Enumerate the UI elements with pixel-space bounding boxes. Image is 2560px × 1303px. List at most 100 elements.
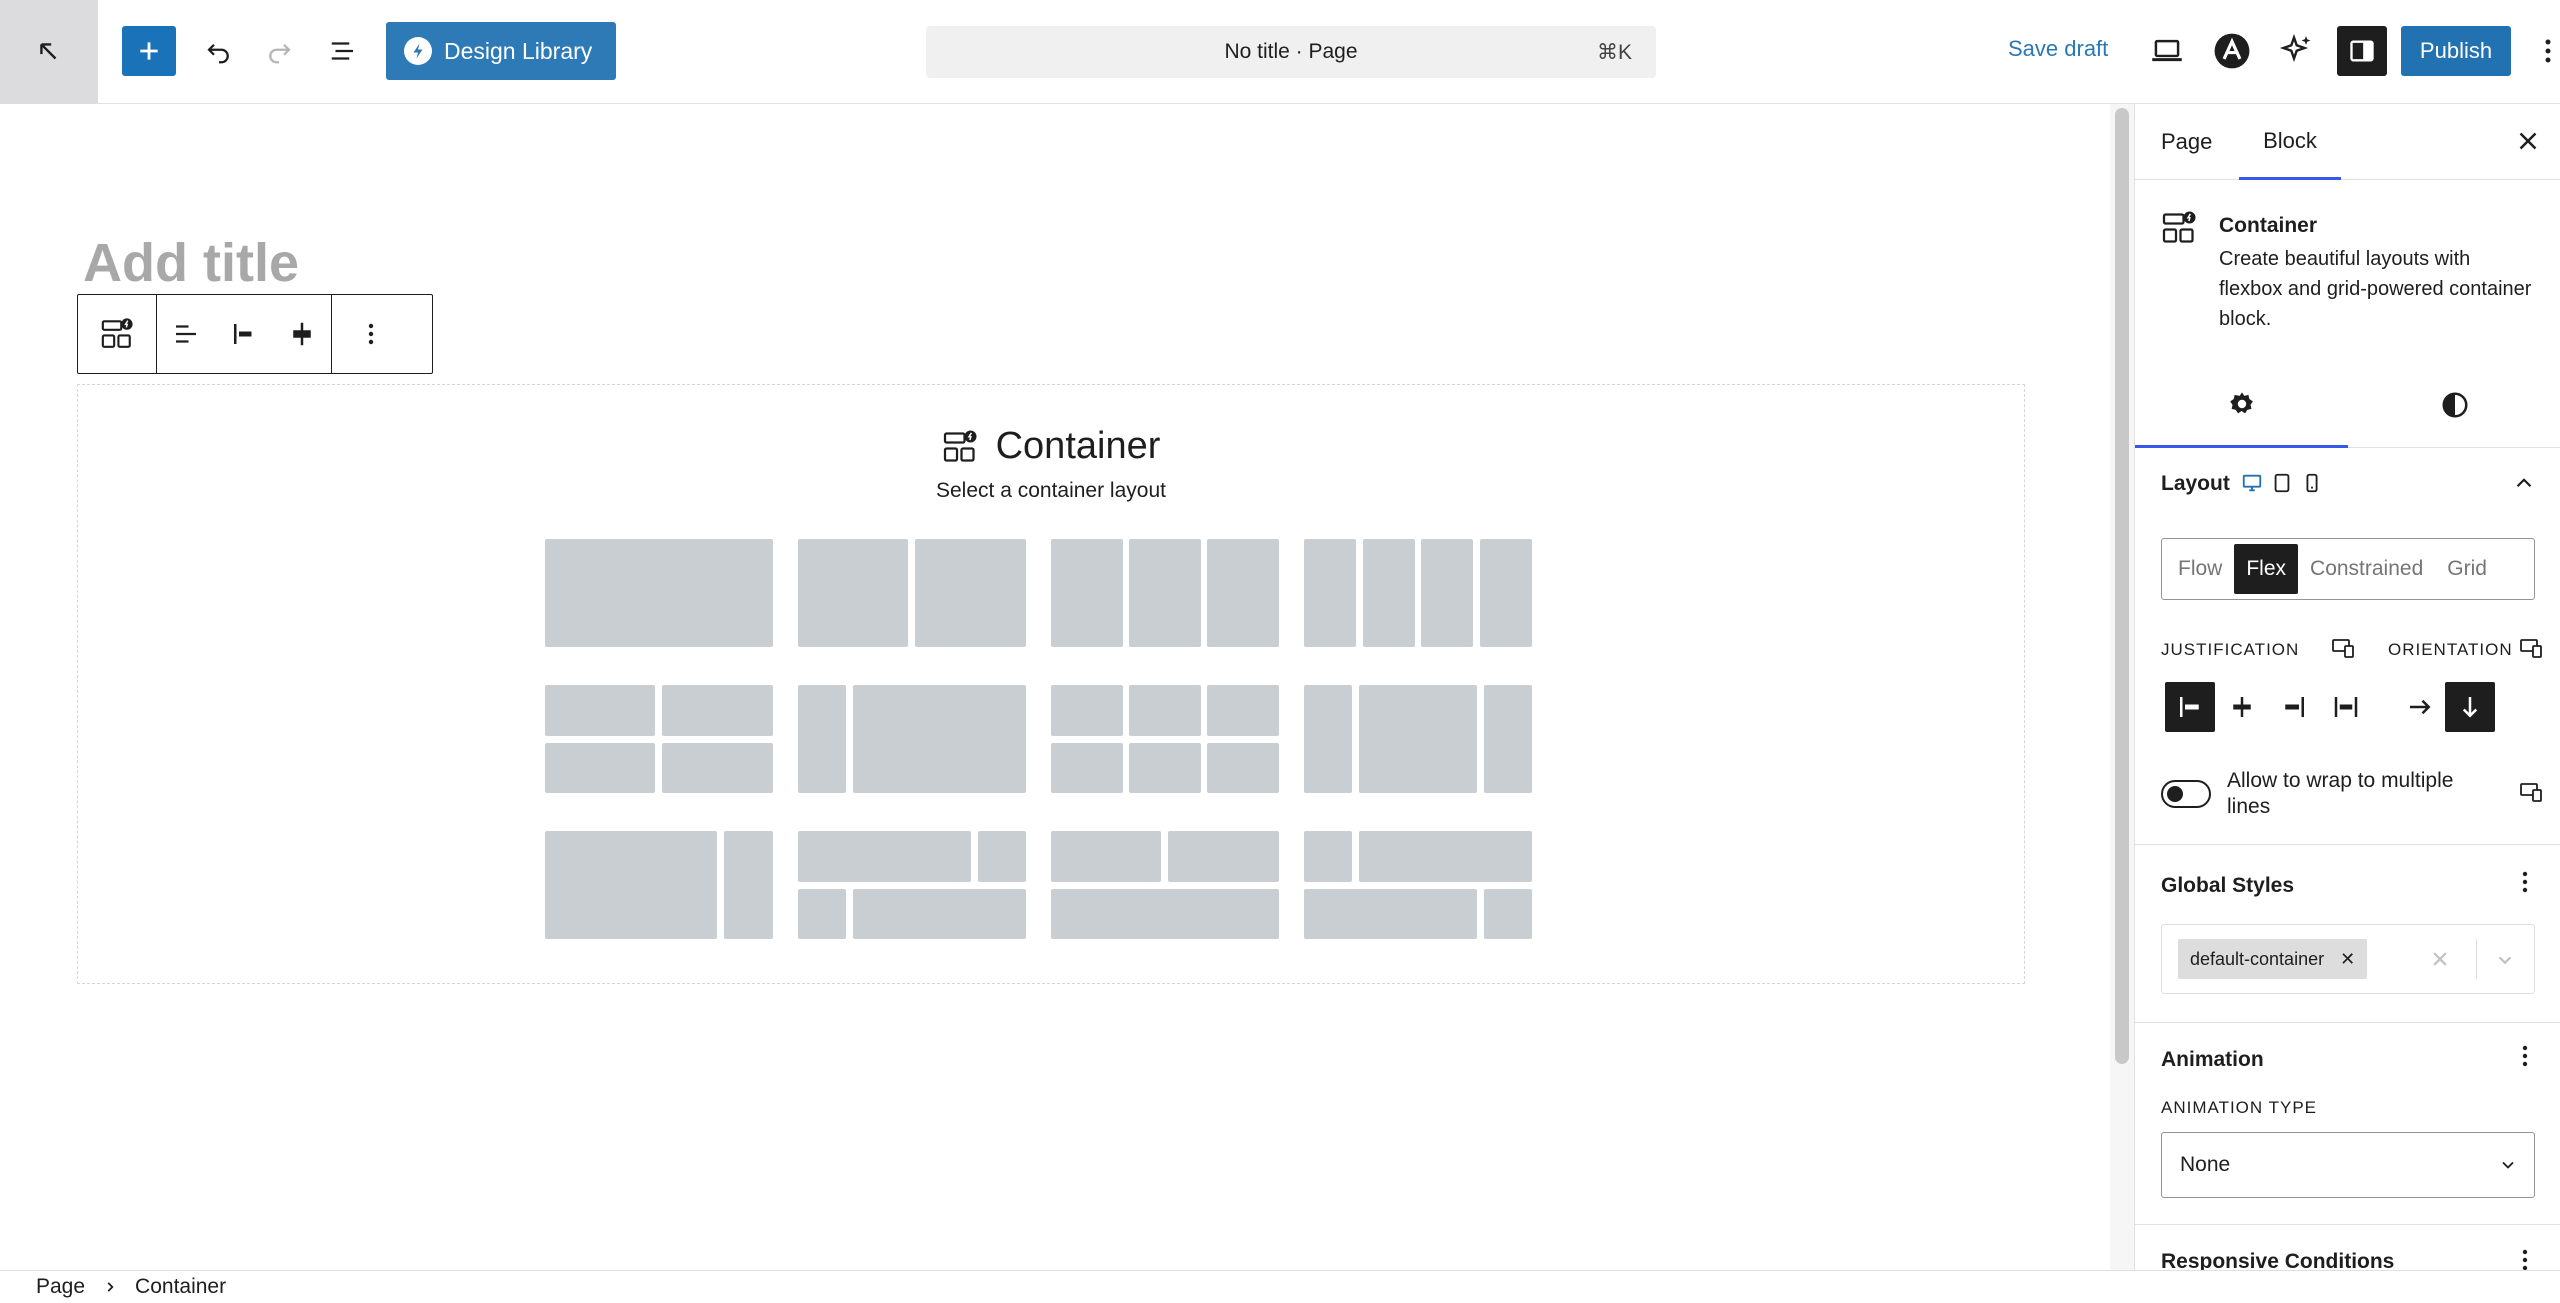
orientation-horizontal-button[interactable] (2395, 682, 2445, 732)
post-title-input[interactable]: Add title (83, 232, 299, 294)
shortcut-hint: ⌘K (1596, 40, 1632, 64)
container-block-icon (101, 318, 133, 348)
responsive-device-icon[interactable] (2519, 780, 2543, 804)
tab-block[interactable]: Block (2239, 104, 2341, 180)
arrow-up-left-icon (40, 43, 57, 60)
layout-option[interactable] (1051, 539, 1279, 647)
save-draft-button[interactable]: Save draft (2008, 36, 2108, 62)
collapse-panel-button[interactable] (2511, 470, 2537, 496)
layout-option[interactable] (545, 685, 773, 793)
justify-space-between-button[interactable] (2321, 682, 2371, 732)
justify-left-button[interactable] (215, 295, 273, 373)
justify-left-icon (234, 324, 252, 344)
undo-button[interactable] (194, 26, 244, 76)
layout-grid-option[interactable]: Grid (2435, 544, 2499, 594)
chevron-right-icon (107, 1282, 114, 1292)
close-sidebar-button[interactable] (2513, 126, 2543, 156)
justify-right-icon (2285, 697, 2304, 717)
global-style-selector[interactable]: default-container ✕ (2161, 924, 2535, 994)
layout-panel-title[interactable]: Layout (2161, 472, 2230, 496)
block-options-button[interactable] (332, 295, 410, 373)
layout-option[interactable] (798, 831, 1026, 939)
justify-right-button[interactable] (2269, 682, 2319, 732)
desktop-icon[interactable] (2241, 472, 2263, 494)
list-view-icon (331, 42, 353, 60)
wrap-toggle[interactable] (2161, 780, 2211, 808)
settings-sidebar: Page Block Container Create beautiful la… (2134, 104, 2560, 1270)
astra-logo-icon (2214, 33, 2250, 69)
style-token-label: default-container (2190, 948, 2325, 969)
layout-option[interactable] (798, 539, 1026, 647)
global-styles-title[interactable]: Global Styles (2161, 874, 2294, 898)
layout-constrained-option[interactable]: Constrained (2298, 544, 2435, 594)
animation-type-select[interactable]: None (2161, 1132, 2535, 1198)
publish-button[interactable]: Publish (2401, 26, 2511, 76)
justify-center-button[interactable] (2217, 682, 2267, 732)
justification-label: JUSTIFICATION (2161, 640, 2300, 659)
design-library-button[interactable]: Design Library (386, 22, 616, 80)
layout-flow-option[interactable]: Flow (2166, 544, 2234, 594)
block-align-button[interactable] (157, 295, 215, 373)
container-heading: Container (995, 425, 1161, 467)
style-token: default-container ✕ (2178, 939, 2368, 979)
animation-panel-title[interactable]: Animation (2161, 1048, 2264, 1072)
layout-option[interactable] (545, 539, 773, 647)
editor-canvas: Add title Container Select a container l… (0, 104, 2110, 1270)
redo-button[interactable] (254, 26, 304, 76)
canvas-scrollbar[interactable] (2110, 104, 2134, 1270)
tab-page[interactable]: Page (2161, 104, 2212, 180)
gear-icon (2229, 391, 2253, 413)
alignment-group (157, 295, 332, 373)
document-overview-button[interactable] (318, 26, 368, 76)
container-block-placeholder: Container Select a container layout (77, 384, 2025, 984)
block-card-title: Container (2219, 214, 2318, 237)
command-palette-bar[interactable]: No title · Page ⌘K (926, 26, 1656, 78)
breadcrumb-item-container[interactable]: Container (135, 1275, 226, 1299)
scrollbar-thumb[interactable] (2115, 108, 2129, 1064)
container-subtitle: Select a container layout (936, 479, 1166, 502)
orientation-label: ORIENTATION (2388, 640, 2513, 659)
ai-assistant-button[interactable] (2272, 26, 2322, 76)
responsive-conditions-title[interactable]: Responsive Conditions (2161, 1250, 2394, 1270)
remove-token-button[interactable]: ✕ (2340, 949, 2355, 970)
global-styles-options-button[interactable] (2521, 870, 2529, 894)
layout-option[interactable] (1051, 685, 1279, 793)
animation-options-button[interactable] (2521, 1044, 2529, 1068)
layout-option[interactable] (1304, 685, 1532, 793)
layout-option[interactable] (1051, 831, 1279, 939)
justify-left-button[interactable] (2165, 682, 2215, 732)
chevron-up-icon (2516, 478, 2532, 488)
tab-styles[interactable] (2348, 362, 2560, 448)
astra-settings-button[interactable] (2207, 26, 2257, 76)
tablet-icon[interactable] (2271, 472, 2293, 494)
chevron-down-icon[interactable] (2494, 949, 2516, 971)
justify-center-button[interactable] (273, 295, 331, 373)
layout-flex-option[interactable]: Flex (2234, 544, 2299, 594)
arrow-right-icon (2410, 699, 2431, 715)
laptop-icon (2152, 39, 2182, 62)
back-to-dashboard-button[interactable] (0, 0, 98, 104)
settings-style-tabs (2135, 362, 2560, 448)
mobile-icon[interactable] (2301, 472, 2323, 494)
block-switcher-button[interactable] (78, 295, 156, 373)
settings-sidebar-toggle[interactable] (2337, 26, 2387, 76)
more-vertical-icon (2522, 871, 2528, 893)
preview-button[interactable] (2142, 26, 2192, 76)
responsive-device-icon[interactable] (2519, 636, 2543, 660)
breadcrumb-item-page[interactable]: Page (36, 1275, 85, 1299)
more-vertical-icon (368, 323, 374, 345)
plus-icon (140, 42, 158, 60)
layout-option[interactable] (1304, 539, 1532, 647)
orientation-vertical-button[interactable] (2445, 682, 2495, 732)
tab-settings[interactable] (2135, 362, 2348, 448)
block-inserter-button[interactable] (122, 26, 176, 76)
layout-option[interactable] (1304, 831, 1532, 939)
responsive-options-button[interactable] (2521, 1248, 2529, 1270)
layout-option[interactable] (545, 831, 773, 939)
options-menu-button[interactable] (2536, 26, 2560, 76)
responsive-device-icon[interactable] (2331, 636, 2355, 660)
toggle-knob (2167, 786, 2183, 802)
design-library-label: Design Library (444, 37, 593, 64)
clear-icon[interactable] (2430, 949, 2450, 969)
layout-option[interactable] (798, 685, 1026, 793)
